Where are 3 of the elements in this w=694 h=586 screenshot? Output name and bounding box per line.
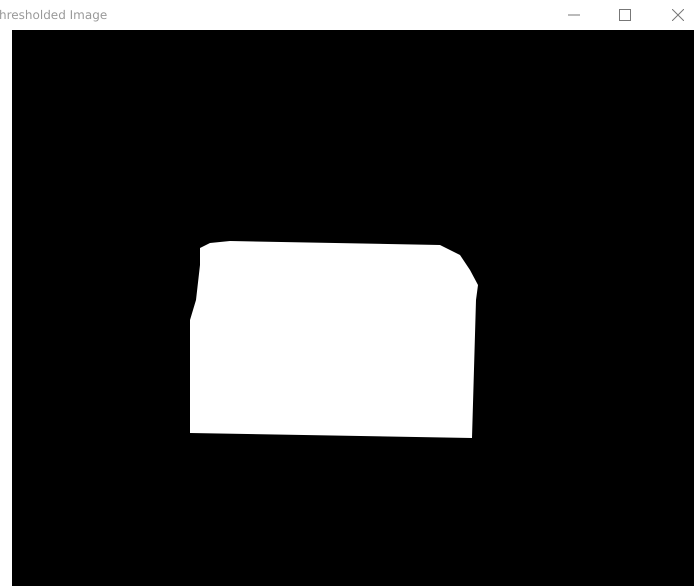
maximize-icon <box>619 9 631 21</box>
close-icon <box>672 9 684 21</box>
window-title: hresholded Image <box>0 8 108 22</box>
